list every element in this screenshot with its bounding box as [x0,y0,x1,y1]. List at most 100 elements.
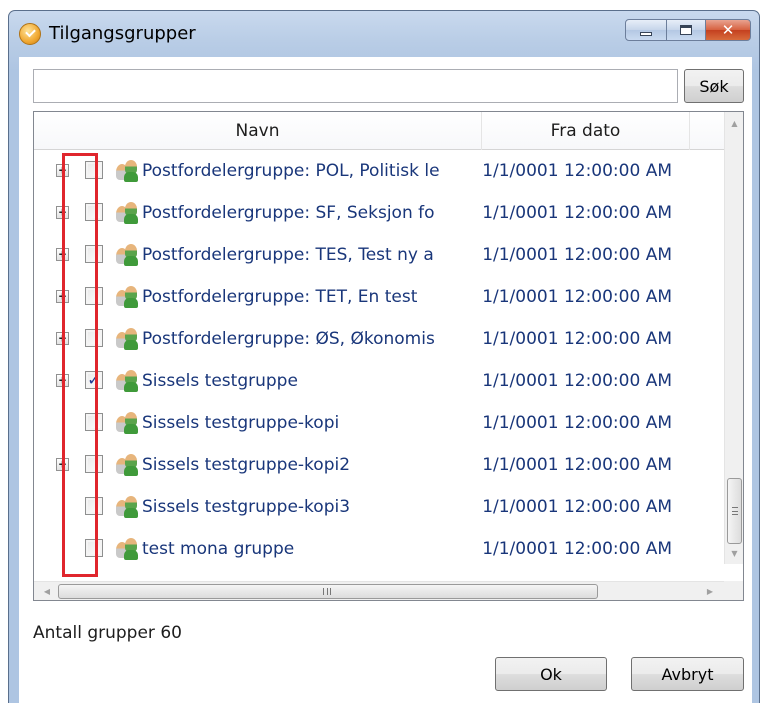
from-date-cell: 1/1/0001 12:00:00 AM [482,360,672,402]
from-date-cell: 1/1/0001 12:00:00 AM [482,150,672,192]
scroll-right-icon[interactable]: ▶ [701,582,719,600]
from-date-text: 1/1/0001 12:00:00 AM [482,455,672,475]
expand-icon[interactable]: + [56,458,69,471]
title-bar[interactable]: Tilgangsgrupper ✕ [9,11,759,57]
table-row[interactable]: + Postfordelergruppe: POL, Politisk le 1/1… [34,150,725,192]
table-row[interactable]: + Postfordelergruppe: TET, En test 1/1/000… [34,276,725,318]
user-group-icon [116,412,140,434]
row-checkbox[interactable] [85,245,103,263]
from-date-text: 1/1/0001 12:00:00 AM [482,329,672,349]
from-date-text: 1/1/0001 12:00:00 AM [482,161,672,181]
expand-icon[interactable]: + [56,290,69,303]
expand-icon[interactable]: + [56,248,69,261]
table-row[interactable]: test mona gruppe 1/1/0001 12:00:00 AM [34,528,725,564]
grid-rows: + Postfordelergruppe: POL, Politisk le 1/1… [34,150,725,564]
user-group-icon [116,286,140,308]
from-date-cell: 1/1/0001 12:00:00 AM [482,528,672,564]
cancel-button[interactable]: Avbryt [631,657,744,691]
user-group-icon [116,454,140,476]
groups-grid: Navn Fra dato + Postfordelergruppe: POL, … [33,111,744,601]
user-group-icon [116,538,140,560]
ok-button[interactable]: Ok [495,657,607,691]
user-group-icon [116,370,140,392]
user-group-icon [116,496,140,518]
from-date-text: 1/1/0001 12:00:00 AM [482,203,672,223]
user-group-icon [116,160,140,182]
scroll-up-icon[interactable]: ▲ [725,114,743,132]
column-header-navn[interactable]: Navn [34,112,482,150]
from-date-text: 1/1/0001 12:00:00 AM [482,245,672,265]
grid-header: Navn Fra dato [34,112,725,150]
caption-buttons: ✕ [625,19,751,41]
group-name-cell: Postfordelergruppe: ØS, Økonomis [142,329,435,349]
minimize-button[interactable] [625,19,667,41]
group-name-cell: test mona gruppe [142,539,295,559]
row-checkbox[interactable] [85,455,103,473]
from-date-cell: 1/1/0001 12:00:00 AM [482,318,672,360]
row-checkbox[interactable] [85,539,103,557]
row-checkbox[interactable] [85,203,103,221]
close-button[interactable]: ✕ [705,19,751,41]
from-date-cell: 1/1/0001 12:00:00 AM [482,276,672,318]
group-name-cell: Postfordelergruppe: TES, Test ny a [142,245,434,265]
grip-icon [323,588,331,595]
from-date-text: 1/1/0001 12:00:00 AM [482,371,672,391]
dialog-content: Søk Navn Fra dato + Postfordelergruppe: P… [19,57,752,704]
row-checkbox[interactable] [85,497,103,515]
group-count-status: Antall grupper 60 [33,623,182,643]
group-name-cell: Postfordelergruppe: POL, Politisk le [142,161,440,181]
user-group-icon [116,244,140,266]
from-date-text: 1/1/0001 12:00:00 AM [482,497,672,517]
from-date-text: 1/1/0001 12:00:00 AM [482,287,672,307]
table-row[interactable]: + Postfordelergruppe: SF, Seksjon fo 1/1/0… [34,192,725,234]
vertical-scrollbar[interactable]: ▲ ▼ [724,112,743,564]
from-date-cell: 1/1/0001 12:00:00 AM [482,192,672,234]
row-checkbox[interactable] [85,161,103,179]
group-name-cell: Postfordelergruppe: TET, En test [142,287,418,307]
expand-icon[interactable]: + [56,206,69,219]
scroll-down-icon[interactable]: ▼ [725,544,743,562]
group-name-cell: Sissels testgruppe-kopi2 [142,455,351,475]
close-icon: ✕ [721,21,735,39]
app-icon [19,23,41,45]
expand-icon[interactable]: + [56,332,69,345]
search-button[interactable]: Søk [684,69,744,103]
group-name-cell: Postfordelergruppe: SF, Seksjon fo [142,203,435,223]
row-checkbox[interactable] [85,329,103,347]
user-group-icon [116,202,140,224]
group-name-cell: Sissels testgruppe [142,371,298,391]
vertical-scroll-thumb[interactable] [727,478,742,544]
horizontal-scrollbar[interactable]: ◀ ▶ [34,581,725,600]
row-checkbox[interactable]: ✓ [85,371,103,389]
group-name-cell: Sissels testgruppe-kopi3 [142,497,351,517]
table-row[interactable]: + Sissels testgruppe-kopi2 1/1/0001 12:00:… [34,444,725,486]
expand-icon[interactable]: + [56,374,69,387]
grip-icon [732,507,738,515]
horizontal-scroll-thumb[interactable] [58,584,598,599]
window-title: Tilgangsgrupper [49,23,196,44]
from-date-cell: 1/1/0001 12:00:00 AM [482,486,672,528]
row-checkbox[interactable] [85,413,103,431]
table-row[interactable]: + ✓ Sissels testgruppe 1/1/0001 12:00:00 AM [34,360,725,402]
from-date-text: 1/1/0001 12:00:00 AM [482,539,672,559]
user-group-icon [116,328,140,350]
from-date-cell: 1/1/0001 12:00:00 AM [482,444,672,486]
table-row[interactable]: Sissels testgruppe-kopi 1/1/0001 12:00:00… [34,402,725,444]
table-row[interactable]: + Postfordelergruppe: ØS, Økonomis 1/1/000… [34,318,725,360]
row-checkbox[interactable] [85,287,103,305]
table-row[interactable]: Sissels testgruppe-kopi3 1/1/0001 12:00:0… [34,486,725,528]
scroll-left-icon[interactable]: ◀ [38,582,56,600]
search-input[interactable] [33,69,678,103]
group-name-cell: Sissels testgruppe-kopi [142,413,340,433]
maximize-button[interactable] [666,19,706,41]
minimize-icon [640,32,652,36]
from-date-text: 1/1/0001 12:00:00 AM [482,413,672,433]
scroll-corner [724,581,743,600]
expand-icon[interactable]: + [56,164,69,177]
from-date-cell: 1/1/0001 12:00:00 AM [482,234,672,276]
dialog-window: Tilgangsgrupper ✕ Søk Navn Fra dato + Pos… [8,10,760,704]
column-header-fra-dato[interactable]: Fra dato [482,112,690,150]
from-date-cell: 1/1/0001 12:00:00 AM [482,402,672,444]
maximize-icon [680,25,692,35]
table-row[interactable]: + Postfordelergruppe: TES, Test ny a 1/1/0… [34,234,725,276]
